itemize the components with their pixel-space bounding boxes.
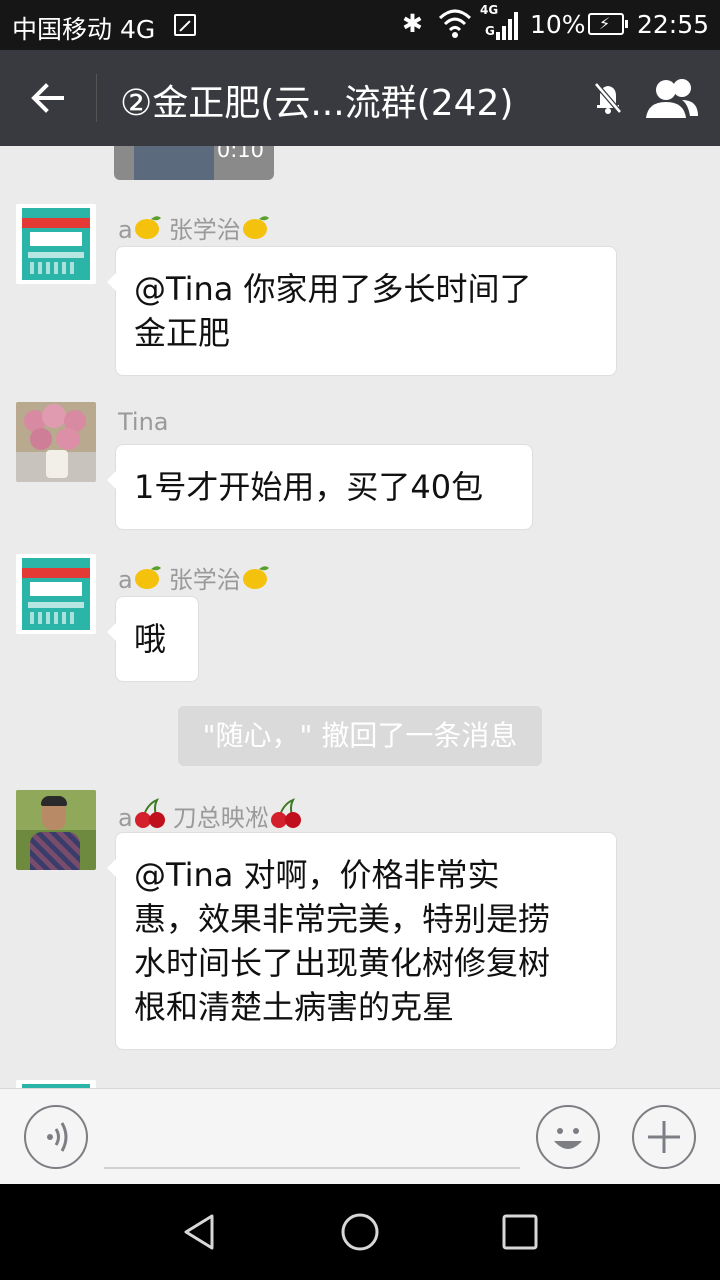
wifi-icon [438,9,472,38]
message-bubble[interactable]: 哦 [107,596,199,682]
avatar[interactable] [16,402,96,482]
video-duration: 0:10 [216,146,264,162]
recall-notice: "随心，" 撤回了一条消息 [178,706,542,766]
lemon-icon [242,566,269,589]
emoji-icon[interactable] [536,1105,600,1169]
cellular-signal-icon: 4G G [480,3,520,42]
lemon-icon [134,216,161,239]
chat-header: ②金正肥(云...流群(242) [0,50,720,146]
lemon-icon [242,216,269,239]
sender-name: a 张学治 [118,210,271,245]
carrier-label: 中国移动 4G [12,15,156,44]
cherry-icon [270,798,301,828]
video-message-thumbnail[interactable]: 0:10 [114,146,274,180]
message-bubble[interactable]: @Tina 对啊，价格非常实 惠，效果非常完美，特别是捞 水时间长了出现黄化树修… [107,832,617,1050]
sender-name: a 刀总映凇 [118,796,303,833]
message-item: a 张学治 @Tina 你家用了多长时间了 金正肥 [0,204,720,384]
header-divider [96,74,97,122]
avatar[interactable] [16,204,96,284]
home-circle-icon[interactable] [340,1212,380,1252]
message-item: a 张学治 哦 [0,554,720,684]
message-input-bar [0,1088,720,1184]
lemon-icon [134,566,161,589]
clock: 22:55 [637,10,710,39]
recents-square-icon[interactable] [500,1212,540,1252]
bluetooth-icon: ✱ [402,9,423,38]
avatar[interactable] [16,790,96,870]
chat-message-list[interactable]: 0:10 a张学治 @Tina 你家用了多长时间了 金正肥 Tina 1号才开 [0,146,720,1088]
voice-input-icon[interactable] [24,1105,88,1169]
message-bubble[interactable]: 1号才开始用，买了40包 [107,444,533,530]
image-notification-icon [174,14,196,36]
battery-charging-icon: ⚡ [588,13,628,35]
back-triangle-icon[interactable] [180,1212,220,1252]
message-item: Tina 1号才开始用，买了40包 [0,402,720,532]
battery-percent: 10% [530,10,586,39]
sender-name: a 张学治 [118,560,271,595]
group-members-icon[interactable] [644,76,700,120]
more-plus-icon[interactable] [632,1105,696,1169]
avatar[interactable] [16,554,96,634]
sender-name: Tina [118,408,169,436]
chat-title[interactable]: ②金正肥(云...流群(242) [120,74,513,126]
avatar-partial[interactable] [16,1080,96,1088]
status-bar: 中国移动 4G ✱ 4G G 10% ⚡ 22:55 [0,0,720,50]
message-text-field[interactable] [104,1109,520,1169]
message-item: a 刀总映凇 @Tina 对啊，价格非常实 惠，效果非常完美，特别是捞 水时间长了… [0,790,720,1060]
mute-bell-icon [594,82,622,114]
back-arrow-icon[interactable] [26,76,70,120]
cherry-icon [134,798,165,828]
system-nav-bar [0,1184,720,1280]
message-bubble[interactable]: @Tina 你家用了多长时间了 金正肥 [107,246,617,376]
network-type-badge-lower: G [485,24,495,38]
